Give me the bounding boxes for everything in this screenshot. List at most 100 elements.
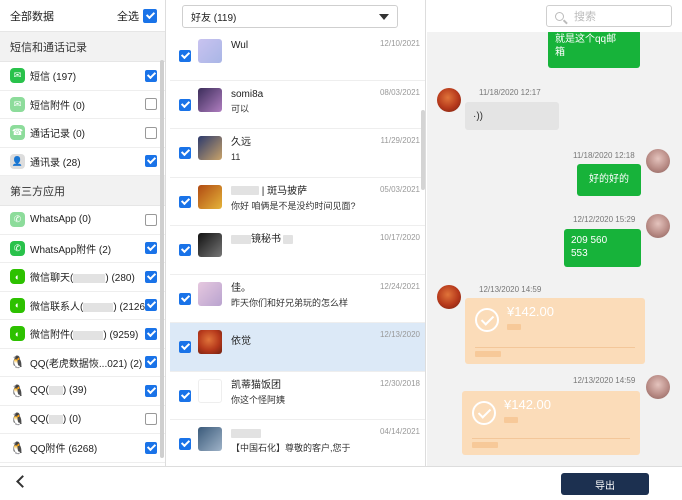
search-input[interactable]: 搜索 [546, 5, 672, 27]
list-item[interactable]: 【中国石化】尊敬的客户,您于 04/14/2021 [170, 420, 425, 466]
list-item[interactable]: Wul 12/10/2021 [170, 32, 425, 81]
category-label: QQ( ) (0) [30, 414, 145, 425]
category-checkbox[interactable] [145, 98, 157, 111]
category-checkbox[interactable] [145, 327, 157, 340]
category-label: 短信 (197) [30, 72, 77, 84]
check-circle-icon [475, 308, 499, 332]
redacted-text [475, 351, 501, 358]
list-item[interactable]: 凯蒂猫饭团 你这个怪阿姨 12/30/2018 [170, 372, 425, 420]
category-whatsapp[interactable]: ✆ WhatsApp (0) [0, 206, 165, 235]
contact-name-text: 镜秘书 [251, 234, 281, 245]
list-item[interactable]: 佳。 昨天你们和好兄弟玩的怎么样 12/24/2021 [170, 275, 425, 323]
category-panel: 全部数据 全选 短信和通话记录 ✉ 短信 (197) ✉ 短信附件 (0) ☎ … [0, 0, 166, 466]
category-sms[interactable]: ✉ 短信 (197) [0, 62, 165, 91]
conversation-checkbox[interactable] [179, 389, 191, 402]
last-message: 【中国石化】尊敬的客户,您于 [231, 443, 351, 453]
money-transfer-card[interactable]: ¥142.00 [465, 298, 645, 364]
conversation-checkbox[interactable] [179, 438, 191, 450]
category-checkbox[interactable] [145, 213, 157, 226]
category-checkbox[interactable] [145, 384, 157, 397]
section-sms-calls: 短信和通话记录 [0, 32, 165, 62]
conversation-checkbox[interactable] [179, 195, 191, 208]
category-qq-3[interactable]: 🐧 QQ() (0) [0, 406, 165, 434]
redacted-text [73, 331, 104, 341]
category-checkbox[interactable] [145, 242, 157, 255]
category-qq-1[interactable]: 🐧 QQ(老虎数据恢...021) (2) [0, 349, 165, 377]
conversation-checkbox[interactable] [179, 98, 191, 111]
transfer-footer [475, 347, 635, 358]
message-bubble: 就是这个qq邮 箱 [548, 32, 640, 68]
list-item[interactable]: 镜秘书 10/17/2020 [170, 226, 425, 275]
redacted-text [231, 428, 261, 438]
category-qq-attachments[interactable]: 🐧 QQ附件 (6268) [0, 434, 165, 463]
conversation-checkbox[interactable] [179, 147, 191, 159]
redacted-text [73, 274, 106, 284]
select-all-checkbox[interactable] [143, 8, 157, 23]
conversation-date: 10/17/2020 [379, 233, 420, 242]
whatsapp-icon: ✆ [10, 212, 25, 228]
wechat-icon: ◐ [10, 269, 25, 285]
category-label: WhatsApp (0) [30, 214, 92, 226]
category-label-prefix: QQ( [30, 413, 49, 425]
conversation-checkbox[interactable] [179, 341, 191, 353]
avatar [198, 233, 222, 257]
check-circle-icon [472, 401, 496, 425]
avatar [198, 87, 222, 112]
voice-message[interactable]: ·)) [465, 102, 559, 130]
category-call-log[interactable]: ☎ 通话记录 (0) [0, 119, 165, 148]
last-message: 你好 咱俩是不是没约时间见面? [231, 200, 356, 211]
avatar [198, 378, 222, 403]
list-item[interactable]: somi8a 可以 08/03/2021 [170, 81, 425, 129]
message-timestamp: 11/18/2020 12:18 [573, 151, 635, 160]
category-checkbox[interactable] [145, 356, 157, 369]
category-wechat-contacts[interactable]: ◐ 微信联系人() (2126) [0, 292, 165, 320]
phone-icon: ☎ [10, 125, 25, 141]
category-qq-2[interactable]: 🐧 QQ() (39) [0, 377, 165, 406]
category-checkbox[interactable] [145, 441, 157, 454]
export-button[interactable]: 导出 [561, 473, 649, 495]
category-whatsapp-attachments[interactable]: ✆ WhatsApp附件 (2) [0, 235, 165, 263]
conversation-date: 12/10/2021 [379, 39, 420, 48]
category-checkbox[interactable] [145, 126, 157, 139]
category-wechat-attachments[interactable]: ◐ 微信附件() (9259) [0, 320, 165, 349]
search-placeholder: 搜索 [574, 11, 596, 23]
back-chevron-icon[interactable] [16, 475, 29, 488]
category-checkbox[interactable] [145, 413, 157, 426]
category-checkbox[interactable] [145, 155, 157, 168]
whatsapp-icon: ✆ [10, 240, 25, 256]
list-item[interactable]: | 斑马披萨 你好 咱俩是不是没约时间见面? 05/03/2021 [170, 178, 425, 226]
transfer-footer [472, 438, 630, 449]
category-label: 微信聊天() (280) [30, 269, 145, 284]
category-label-prefix: QQ( [30, 385, 49, 397]
category-wechat-chat[interactable]: ◐ 微信聊天() (280) [0, 263, 165, 292]
left-scrollbar[interactable] [160, 60, 164, 458]
category-checkbox[interactable] [145, 270, 157, 283]
avatar [646, 375, 670, 399]
conversation-checkbox[interactable] [179, 244, 191, 256]
transfer-status [504, 417, 518, 424]
avatar [646, 149, 670, 173]
last-message: 你这个怪阿姨 [231, 394, 286, 405]
category-contacts[interactable]: 👤 通讯录 (28) [0, 148, 165, 176]
avatar [198, 281, 222, 306]
money-transfer-card[interactable]: ¥142.00 [462, 391, 640, 455]
category-label-suffix: ) (0) [62, 413, 82, 425]
bottom-bar: 导出 [0, 466, 682, 500]
message-timestamp: 12/13/2020 14:59 [479, 285, 542, 294]
category-sms-attachments[interactable]: ✉ 短信附件 (0) [0, 91, 165, 119]
message-bubble: 209 560 553 [564, 229, 641, 267]
list-item[interactable]: 久远 11 11/29/2021 [170, 129, 425, 178]
message-timestamp: 12/13/2020 14:59 [573, 376, 636, 385]
conversation-list: Wul 12/10/2021 somi8a 可以 08/03/2021 久远 11 … [170, 0, 426, 466]
transfer-status [507, 324, 521, 331]
list-item[interactable]: 依觉 12/13/2020 [170, 323, 425, 372]
conversation-date: 05/03/2021 [379, 184, 420, 194]
category-label: 短信附件 (0) [30, 100, 85, 112]
category-checkbox[interactable] [145, 69, 157, 82]
conversation-checkbox[interactable] [179, 292, 191, 305]
list-scrollbar[interactable] [421, 110, 425, 190]
category-label-prefix: 微信附件( [30, 330, 74, 342]
category-checkbox[interactable] [145, 299, 157, 312]
conversation-checkbox[interactable] [179, 50, 191, 62]
last-message: 11 [231, 152, 241, 162]
